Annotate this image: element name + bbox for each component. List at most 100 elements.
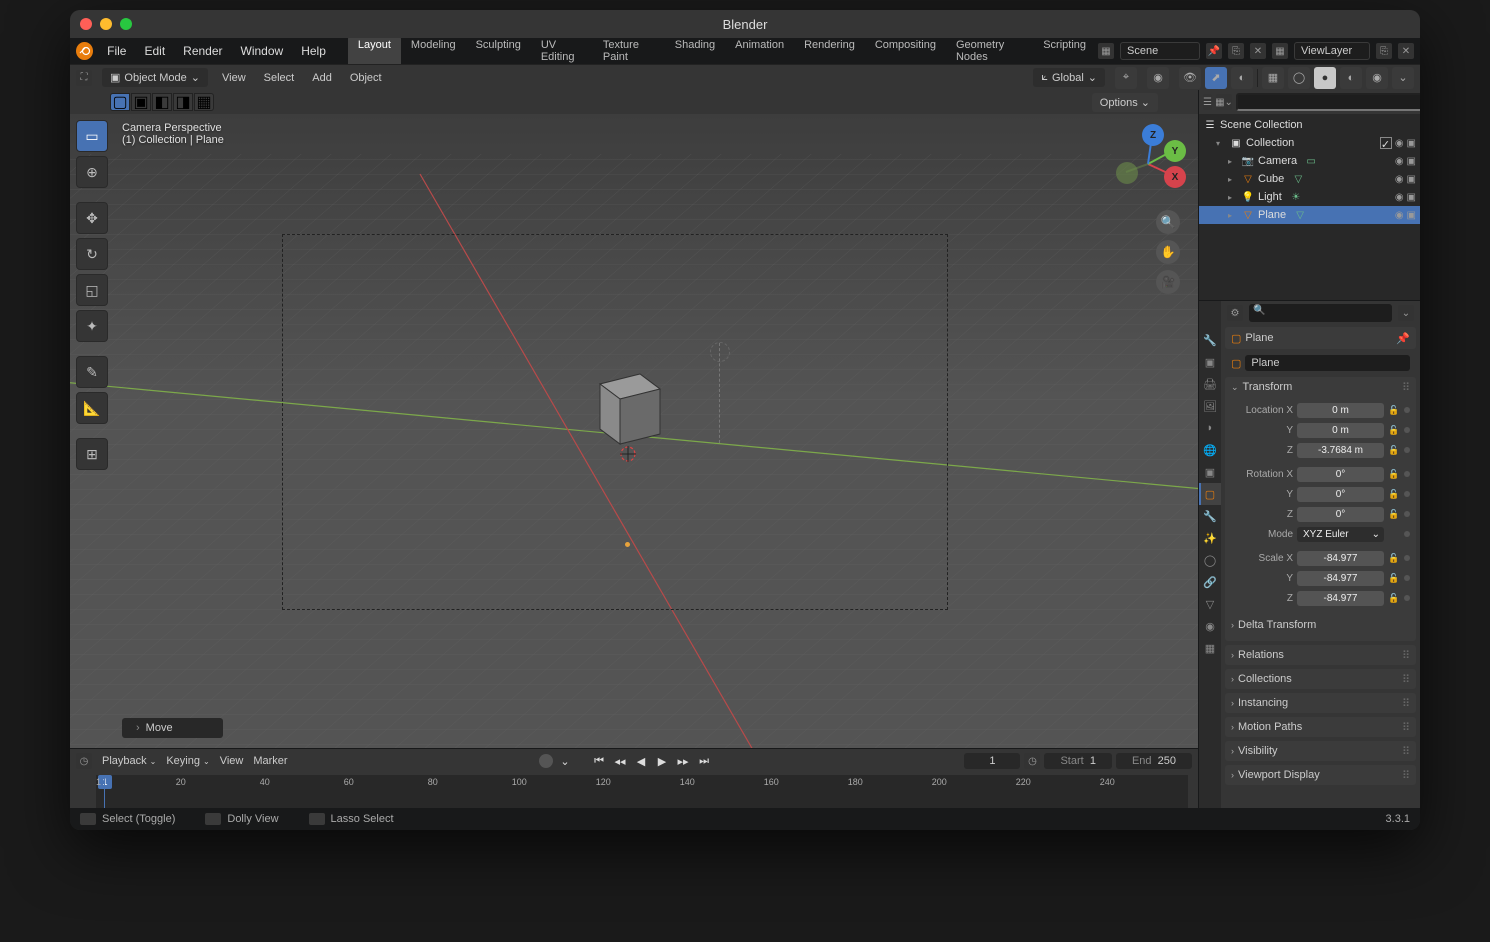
rotation-mode-dropdown[interactable]: XYZ Euler ⌄	[1297, 527, 1384, 542]
keyframe-dot-icon[interactable]	[1404, 511, 1410, 517]
start-frame-field[interactable]: Start 1	[1044, 753, 1111, 769]
proportional-toggle[interactable]: ◉	[1147, 67, 1169, 89]
visibility-icon[interactable]: 👁	[1179, 67, 1201, 89]
tab-layout[interactable]: Layout	[348, 35, 401, 67]
eye-icon[interactable]: ◉	[1395, 192, 1404, 203]
measure-tool[interactable]: 📐	[76, 392, 108, 424]
header-object[interactable]: Object	[346, 69, 386, 87]
properties-editor-icon[interactable]: ⚙	[1227, 305, 1243, 321]
minimize-window-button[interactable]	[100, 18, 112, 30]
prop-tab-tool[interactable]: 🔧	[1199, 329, 1221, 351]
wireframe-shading[interactable]: ◯	[1288, 67, 1310, 89]
tab-uv-editing[interactable]: UV Editing	[531, 35, 593, 67]
scale-x-field[interactable]: -84.977	[1297, 551, 1384, 566]
tree-plane[interactable]: ▸ ▽ Plane ▽ ◉▣	[1199, 206, 1420, 224]
rotate-tool[interactable]: ↻	[76, 238, 108, 270]
transform-tool[interactable]: ✦	[76, 310, 108, 342]
autokey-dropdown-icon[interactable]: ⌄	[556, 752, 574, 770]
rendered-shading[interactable]: ◉	[1366, 67, 1388, 89]
prop-tab-physics[interactable]: ◯	[1199, 549, 1221, 571]
eye-icon[interactable]: ◉	[1395, 138, 1404, 149]
end-frame-field[interactable]: End 250	[1116, 753, 1192, 769]
prop-tab-collection[interactable]: ▣	[1199, 461, 1221, 483]
keyframe-prev-icon[interactable]: ◂◂	[611, 752, 629, 770]
lock-icon[interactable]: 🔓	[1388, 593, 1400, 604]
material-shading[interactable]: ◐	[1340, 67, 1362, 89]
timeline-editor-icon[interactable]: ◷	[76, 753, 92, 769]
expand-toggle-icon[interactable]: ▸	[1228, 157, 1238, 166]
menu-window[interactable]: Window	[233, 41, 292, 61]
lock-icon[interactable]: 🔓	[1388, 573, 1400, 584]
menu-help[interactable]: Help	[293, 41, 334, 61]
panel-header-visibility[interactable]: ›Visibility⠿	[1225, 741, 1416, 761]
menu-edit[interactable]: Edit	[136, 41, 173, 61]
properties-options-icon[interactable]: ⌄	[1398, 305, 1414, 321]
tab-sculpting[interactable]: Sculpting	[466, 35, 531, 67]
select-mode-new[interactable]: ▢	[110, 93, 130, 111]
light-gizmo[interactable]	[710, 342, 730, 362]
tab-geometry-nodes[interactable]: Geometry Nodes	[946, 35, 1033, 67]
add-cube-tool[interactable]: ⊞	[76, 438, 108, 470]
blender-logo-icon[interactable]	[76, 42, 93, 60]
menu-render[interactable]: Render	[175, 41, 230, 61]
panel-header-relations[interactable]: ›Relations⠿	[1225, 645, 1416, 665]
panel-header-collections[interactable]: ›Collections⠿	[1225, 669, 1416, 689]
tab-rendering[interactable]: Rendering	[794, 35, 865, 67]
tab-animation[interactable]: Animation	[725, 35, 794, 67]
viewlayer-browse-icon[interactable]: ▦	[1272, 43, 1288, 59]
select-mode-extend[interactable]: ▣	[131, 93, 151, 111]
keyframe-dot-icon[interactable]	[1404, 407, 1410, 413]
keyframe-dot-icon[interactable]	[1404, 595, 1410, 601]
prop-tab-viewlayer[interactable]: 🖼	[1199, 395, 1221, 417]
play-icon[interactable]: ▶	[653, 752, 671, 770]
panel-header-instancing[interactable]: ›Instancing⠿	[1225, 693, 1416, 713]
pin-icon[interactable]: 📌	[1396, 332, 1410, 345]
expand-toggle-icon[interactable]: ▸	[1228, 211, 1238, 220]
menu-file[interactable]: File	[99, 41, 134, 61]
options-dropdown[interactable]: Options ⌄	[1092, 93, 1158, 112]
outliner-editor-icon[interactable]: ☰	[1203, 94, 1212, 110]
move-tool[interactable]: ✥	[76, 202, 108, 234]
panel-header-motion-paths[interactable]: ›Motion Paths⠿	[1225, 717, 1416, 737]
current-frame-field[interactable]: 1	[964, 753, 1020, 769]
scale-y-field[interactable]: -84.977	[1297, 571, 1384, 586]
tree-cube[interactable]: ▸ ▽ Cube ▽ ◉▣	[1199, 170, 1420, 188]
jump-start-icon[interactable]: ⏮	[590, 752, 608, 770]
tree-collection[interactable]: ▾ ▣ Collection ✓◉▣	[1199, 134, 1420, 152]
camera-restrict-icon[interactable]: ▣	[1407, 210, 1416, 221]
autokey-toggle[interactable]	[539, 754, 553, 768]
timeline-track[interactable]: 1 120406080100120140160180200220240	[96, 775, 1188, 808]
eye-icon[interactable]: ◉	[1395, 210, 1404, 221]
lock-icon[interactable]: 🔓	[1388, 405, 1400, 416]
tab-compositing[interactable]: Compositing	[865, 35, 946, 67]
tab-scripting[interactable]: Scripting	[1033, 35, 1096, 67]
tree-scene-collection[interactable]: ☰ Scene Collection	[1199, 116, 1420, 134]
select-mode-subtract[interactable]: ◧	[152, 93, 172, 111]
keyframe-dot-icon[interactable]	[1404, 471, 1410, 477]
header-select[interactable]: Select	[260, 69, 299, 87]
properties-search-input[interactable]: 🔍	[1249, 304, 1392, 322]
prop-tab-output[interactable]: 🖨	[1199, 373, 1221, 395]
location-y-field[interactable]: 0 m	[1297, 423, 1384, 438]
shading-dropdown-icon[interactable]: ⌄	[1392, 67, 1414, 89]
redo-panel[interactable]: › Move	[122, 718, 223, 738]
orientation-dropdown[interactable]: ⟀ Global ⌄	[1033, 68, 1105, 87]
prop-tab-constraints[interactable]: 🔗	[1199, 571, 1221, 593]
viewlayer-name-field[interactable]: ViewLayer	[1294, 42, 1370, 60]
3d-viewport[interactable]: ▭ ⊕ ✥ ↻ ◱ ✦ ✎ 📐 ⊞ Camera Perspective (1)…	[70, 114, 1198, 748]
gizmo-z-icon[interactable]: Z	[1142, 124, 1164, 146]
scene-delete-icon[interactable]: ✕	[1250, 43, 1266, 59]
mode-dropdown[interactable]: ▣ Object Mode ⌄	[102, 68, 208, 87]
prop-tab-render[interactable]: ▣	[1199, 351, 1221, 373]
keyframe-dot-icon[interactable]	[1404, 531, 1410, 537]
camera-restrict-icon[interactable]: ▣	[1407, 174, 1416, 185]
outliner-display-mode[interactable]: ▦⌄	[1216, 94, 1232, 110]
scene-browse-icon[interactable]: ▦	[1098, 43, 1114, 59]
camera-view-icon[interactable]: 🎥	[1156, 270, 1180, 294]
tree-light[interactable]: ▸ 💡 Light ☀ ◉▣	[1199, 188, 1420, 206]
viewlayer-delete-icon[interactable]: ✕	[1398, 43, 1414, 59]
prop-tab-material[interactable]: ◉	[1199, 615, 1221, 637]
checkbox-icon[interactable]: ✓	[1380, 137, 1392, 149]
select-mode-invert[interactable]: ◨	[173, 93, 193, 111]
lock-icon[interactable]: 🔓	[1388, 445, 1400, 456]
